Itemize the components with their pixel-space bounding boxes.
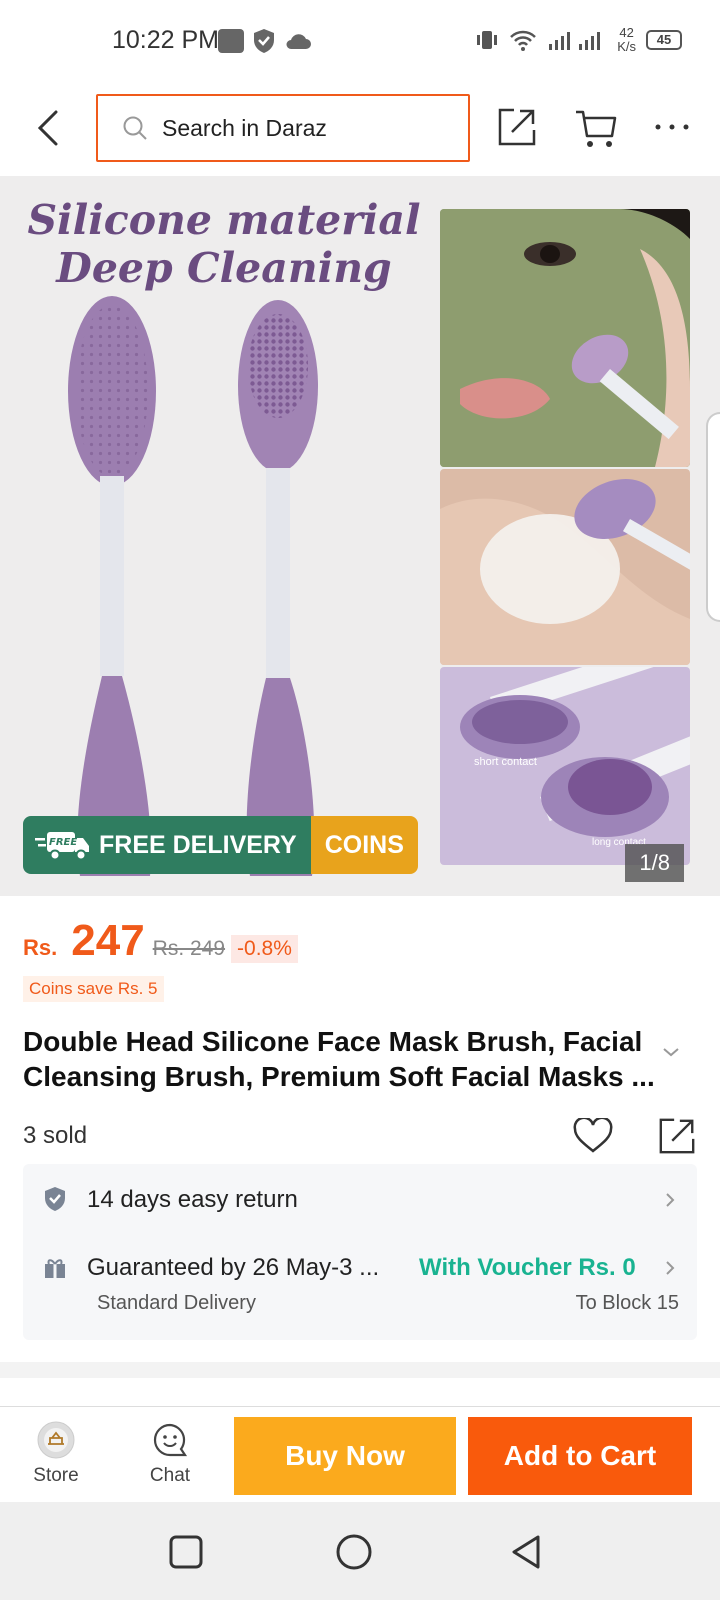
free-delivery-section: FREE FREE DELIVERY — [23, 816, 311, 874]
photo-foam-hand — [440, 469, 690, 665]
search-icon — [123, 116, 147, 140]
image-page-counter: 1/8 — [625, 844, 684, 882]
square-icon[interactable] — [166, 1532, 206, 1572]
net-speed: 42 K/s — [617, 25, 636, 54]
buy-now-button[interactable]: Buy Now — [234, 1417, 456, 1495]
product-info: Rs. 247 Rs. 249 -0.8% Coins save Rs. 5 D… — [0, 896, 720, 1156]
status-right-icons: 42 K/s 45 — [475, 26, 682, 54]
return-policy-row[interactable]: 14 days easy return — [23, 1164, 697, 1234]
gallery-headline: Silicone material Deep Cleaning — [27, 196, 421, 292]
status-left-icons — [218, 28, 312, 54]
delivery-truck-icon: FREE — [35, 832, 89, 861]
discount-badge: -0.8% — [231, 935, 298, 963]
more-icon[interactable] — [654, 120, 690, 134]
gallery-notification-icon — [218, 29, 244, 53]
cart-icon[interactable] — [574, 106, 618, 150]
heart-icon[interactable] — [573, 1118, 613, 1154]
cloud-icon — [286, 34, 311, 49]
wifi-icon — [510, 30, 537, 51]
return-policy-text: 14 days easy return — [87, 1186, 298, 1213]
currency-label: Rs. — [23, 935, 58, 960]
delivery-location: To Block 15 — [575, 1292, 679, 1314]
face-mask-photo — [440, 209, 690, 467]
battery-indicator: 45 — [646, 30, 682, 50]
vibrate-icon — [477, 31, 498, 49]
share-icon[interactable] — [657, 1116, 697, 1156]
coins-label: COINS — [310, 816, 418, 874]
store-label: Store — [33, 1465, 79, 1486]
shield-status-icon — [254, 29, 274, 53]
sold-row: 3 sold — [23, 1116, 697, 1156]
product-actions — [573, 1116, 697, 1156]
chevron-right-icon — [666, 1193, 675, 1207]
system-navigation-bar — [0, 1502, 720, 1600]
search-placeholder: Search in Daraz — [162, 114, 327, 141]
voucher-text: With Voucher Rs. 0 — [419, 1254, 636, 1281]
service-info-card: 14 days easy return Guaranteed by 26 May… — [23, 1164, 697, 1340]
chat-label: Chat — [149, 1465, 191, 1486]
search-input[interactable]: Search in Daraz — [96, 94, 470, 162]
share-icon[interactable] — [496, 106, 538, 148]
brush-illustration-right — [238, 300, 318, 876]
shield-icon — [45, 1187, 65, 1211]
product-image-gallery[interactable]: Silicone material Deep Cleaning short co… — [0, 176, 720, 896]
foam-photo — [440, 469, 690, 665]
current-price: 247 — [71, 916, 145, 965]
store-button[interactable]: Store — [16, 1421, 96, 1487]
gift-icon — [45, 1259, 65, 1278]
add-to-cart-button[interactable]: Add to Cart — [468, 1417, 692, 1495]
bottom-action-bar: Store Chat Buy Now Add to Cart — [0, 1406, 720, 1502]
delivery-row[interactable]: Guaranteed by 26 May-3 ... With Voucher … — [23, 1234, 697, 1340]
chevron-right-icon — [666, 1261, 675, 1275]
chevron-down-icon[interactable] — [662, 1046, 680, 1058]
chat-button[interactable]: Chat — [130, 1421, 210, 1487]
chat-icon — [153, 1423, 188, 1457]
price-row: Rs. 247 Rs. 249 -0.8% — [23, 916, 697, 966]
free-delivery-label: FREE DELIVERY — [99, 830, 297, 859]
delivery-guarantee-text: Guaranteed by 26 May-3 ... — [87, 1254, 380, 1281]
sold-count: 3 sold — [23, 1122, 88, 1149]
photo-brush-closeup: short contact long contact — [440, 667, 690, 865]
section-divider — [0, 1362, 720, 1378]
original-price: Rs. 249 — [152, 937, 226, 960]
circle-icon[interactable] — [334, 1532, 374, 1572]
signal-icon — [549, 32, 601, 50]
brush-illustration-left — [68, 296, 156, 876]
top-bar: Search in Daraz — [0, 80, 720, 176]
free-delivery-banner: FREE FREE DELIVERY COINS — [23, 816, 418, 874]
product-title[interactable]: Double Head Silicone Face Mask Brush, Fa… — [23, 1024, 663, 1094]
delivery-type: Standard Delivery — [97, 1292, 256, 1314]
photo-label-short: short contact — [474, 756, 537, 768]
coins-save-badge: Coins save Rs. 5 — [23, 976, 164, 1002]
closeup-photo: short contact long contact — [440, 667, 690, 865]
photo-face-mask — [440, 209, 690, 467]
back-icon[interactable] — [30, 106, 70, 150]
store-icon — [37, 1421, 75, 1459]
triangle-back-icon[interactable] — [506, 1532, 546, 1572]
status-bar: 10:22 PM 42 K/s 45 — [0, 0, 720, 80]
svg-text:FREE: FREE — [49, 837, 77, 848]
side-drawer-handle[interactable] — [706, 412, 720, 622]
status-time: 10:22 PM — [112, 26, 220, 54]
